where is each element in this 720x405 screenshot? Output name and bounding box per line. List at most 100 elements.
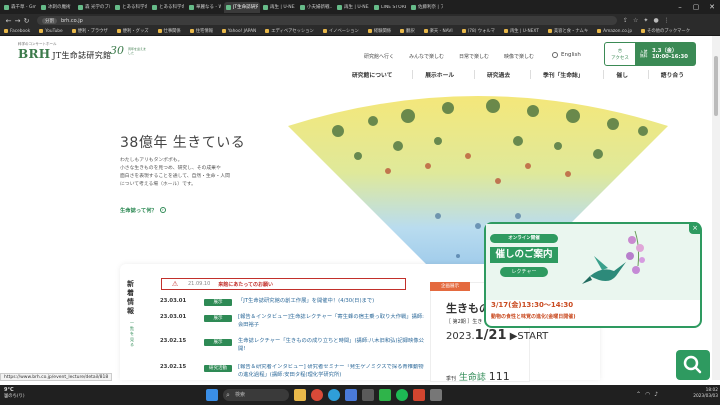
bookmark-item[interactable]: その他のブックマーク	[641, 28, 690, 34]
visit-notice-alert[interactable]: ⚠ 21.09.10 来館にあたってのお願い	[161, 278, 406, 290]
profile-icon[interactable]: ●	[653, 17, 658, 24]
weather-text: 曇のち(り)	[4, 394, 25, 399]
bookmark-item[interactable]: 翻訳	[400, 28, 415, 34]
bookmark-item[interactable]: (78) ウォルマ	[461, 28, 495, 34]
news-row[interactable]: 23.03.01 展示 「JT生命誌研究館の創工作展」を開催中！(4/30(日)…	[160, 298, 428, 306]
bookmark-label: 住宅情報	[195, 29, 213, 34]
browser-tab[interactable]: 冰刺の魔術	[39, 2, 75, 13]
nav-quarterly[interactable]: 季刊「生命誌」	[530, 70, 596, 79]
file-explorer-icon[interactable]	[294, 389, 306, 401]
close-window-icon[interactable]: ✕	[704, 0, 720, 14]
toplink-video[interactable]: 映像で楽しむ	[504, 53, 534, 60]
tab-favicon-icon	[152, 4, 157, 10]
tab-title: LINE STORE - LI	[381, 4, 406, 10]
close-popup-button[interactable]: ×	[689, 222, 701, 234]
bookmark-item[interactable]: 便利・ブラウザ	[71, 28, 108, 34]
menu-icon[interactable]: ⋮	[664, 17, 670, 24]
weather-widget[interactable]: 9°C 曇のち(り)	[4, 387, 25, 400]
toplink-everyone[interactable]: みんなで楽しむ	[409, 53, 444, 60]
news-date: 23.03.01	[160, 298, 187, 304]
what-is-biohistory-link[interactable]: 生命誌って何？ ›	[120, 206, 166, 214]
browser-tab[interactable]: 再生 | U-NEXT	[261, 2, 297, 13]
bookmark-label: 楽天 - NAVI	[429, 29, 453, 34]
nav-research[interactable]: 研究過去	[474, 70, 522, 79]
chrome-icon[interactable]	[311, 389, 323, 401]
windows-start-icon[interactable]	[206, 389, 218, 401]
bookmark-item[interactable]: 便利・グッズ	[116, 28, 149, 34]
bookmark-item[interactable]: 仕事関係	[157, 28, 181, 34]
store-icon[interactable]	[362, 389, 374, 401]
bookmark-item[interactable]: YouTube	[39, 29, 63, 34]
bookmark-icon	[71, 29, 76, 33]
address-bar: ← → ↻ 分割 brh.co.jp ⇪ ☆ ✦ ● ⋮	[0, 14, 720, 27]
toplink-visit[interactable]: 研究館へ行く	[364, 53, 394, 60]
news-more-link[interactable]: 一覧を見る	[130, 320, 136, 348]
floating-search-button[interactable]	[676, 350, 710, 380]
reload-icon[interactable]: ↻	[22, 17, 31, 25]
settings-icon[interactable]	[430, 389, 442, 401]
bookmark-icon	[503, 29, 508, 33]
bookmark-item[interactable]: エディベアセッション	[265, 28, 314, 34]
chevron-up-icon[interactable]: ⌃	[636, 391, 641, 398]
clock-date: 2023/03/03	[693, 394, 718, 399]
bookmark-item[interactable]: Amazon.co.jp	[597, 29, 632, 34]
bookmark-item[interactable]: 美容と食・ナムキ	[547, 28, 588, 34]
site-logo[interactable]: BRH JT生命誌研究館	[18, 47, 111, 61]
bookmark-item[interactable]: Yahoo! JAPAN	[221, 29, 256, 34]
bookmark-item[interactable]: 経験関係	[367, 28, 391, 34]
bookmark-item[interactable]: イノベーション	[322, 28, 359, 34]
quarterly-banner[interactable]: 季刊 生命誌 111	[446, 370, 510, 383]
back-icon[interactable]: ←	[4, 17, 13, 25]
popup-date: 3/17(金)13:30〜14:30	[491, 301, 574, 309]
news-row[interactable]: 23.03.01 展示 [報告＆インタビュー]生命誌レクチャー「寄生蜂の宿主乗っ…	[160, 314, 428, 329]
bookmark-item[interactable]: Facebook	[4, 29, 30, 34]
bookmark-item[interactable]: 楽天 - NAVI	[423, 28, 453, 34]
line-icon[interactable]	[379, 389, 391, 401]
nav-about[interactable]: 研究館について	[340, 70, 404, 79]
lecture-button[interactable]: レクチャー	[500, 267, 548, 277]
edge-icon[interactable]	[328, 389, 340, 401]
nav-events[interactable]: 催し	[603, 70, 640, 79]
toplink-daily[interactable]: 日常で楽しむ	[459, 53, 489, 60]
share-icon[interactable]: ⇪	[623, 17, 628, 24]
bookmark-item[interactable]: 住宅情報	[189, 28, 213, 34]
taskbar-clock[interactable]: 18:02 2023/03/03	[684, 388, 718, 400]
language-switch[interactable]: English	[552, 52, 581, 58]
bookmark-item[interactable]: 再生 | U-NEXT	[503, 28, 539, 34]
mail-icon[interactable]	[345, 389, 357, 401]
browser-tab[interactable]: 森千草 - Gmail	[2, 2, 38, 13]
nav-exhibit[interactable]: 展示ホール	[412, 70, 466, 79]
bookmark-label: 再生 | U-NEXT	[509, 29, 539, 34]
minimize-icon[interactable]: –	[672, 0, 688, 14]
browser-tab[interactable]: とある科学の超電磁	[150, 2, 186, 13]
extensions-icon[interactable]: ✦	[643, 17, 648, 24]
browser-tab[interactable]: 森 光学のブログ	[76, 2, 112, 13]
wifi-icon[interactable]: ◠	[645, 391, 650, 398]
page-scrollbar[interactable]	[712, 36, 720, 380]
scrollbar-thumb[interactable]	[714, 56, 718, 116]
tab-title: 小夫婦新戦…	[307, 5, 332, 10]
nav-talk[interactable]: 語り合う	[647, 70, 696, 79]
hours-time: 10:00-16:30	[652, 54, 688, 60]
browser-tab[interactable]: 華麗なる - Wiki	[187, 2, 223, 13]
browser-tab[interactable]: 小夫婦新戦…	[298, 2, 334, 13]
browser-tab[interactable]: 佐藤利奈 | アニ	[409, 2, 445, 13]
maximize-icon[interactable]: ▢	[688, 0, 704, 14]
browser-tab[interactable]: LINE STORE - LI	[372, 2, 408, 13]
tab-title: 森 光学のブログ	[85, 5, 110, 10]
access-button[interactable]: ⌾ アクセス	[604, 42, 636, 66]
spotify-icon[interactable]	[396, 389, 408, 401]
forward-icon[interactable]: →	[13, 17, 22, 25]
url-input[interactable]: 分割 brh.co.jp	[37, 16, 617, 25]
volume-icon[interactable]: ♪	[654, 391, 658, 398]
bookmark-icon	[322, 29, 327, 33]
news-row[interactable]: 23.02.15 研究活動 [報告＆研究者インタビュー] 研究者セミナー「発生ゲ…	[160, 364, 428, 380]
news-row[interactable]: 23.02.15 展示 生命誌レクチャー「生きものの成り立ちと時間」(講師:八木…	[160, 338, 428, 353]
taskbar-search[interactable]: 検索	[223, 389, 289, 401]
media-icon[interactable]	[413, 389, 425, 401]
browser-tab[interactable]: JT生命誌研究館	[224, 1, 260, 13]
browser-tab[interactable]: とある科学の超電磁	[113, 2, 149, 13]
tab-title: 佐藤利奈 | アニ	[418, 5, 443, 10]
browser-tab[interactable]: 再生 | U-NEXT	[335, 2, 371, 13]
star-icon[interactable]: ☆	[633, 17, 638, 24]
